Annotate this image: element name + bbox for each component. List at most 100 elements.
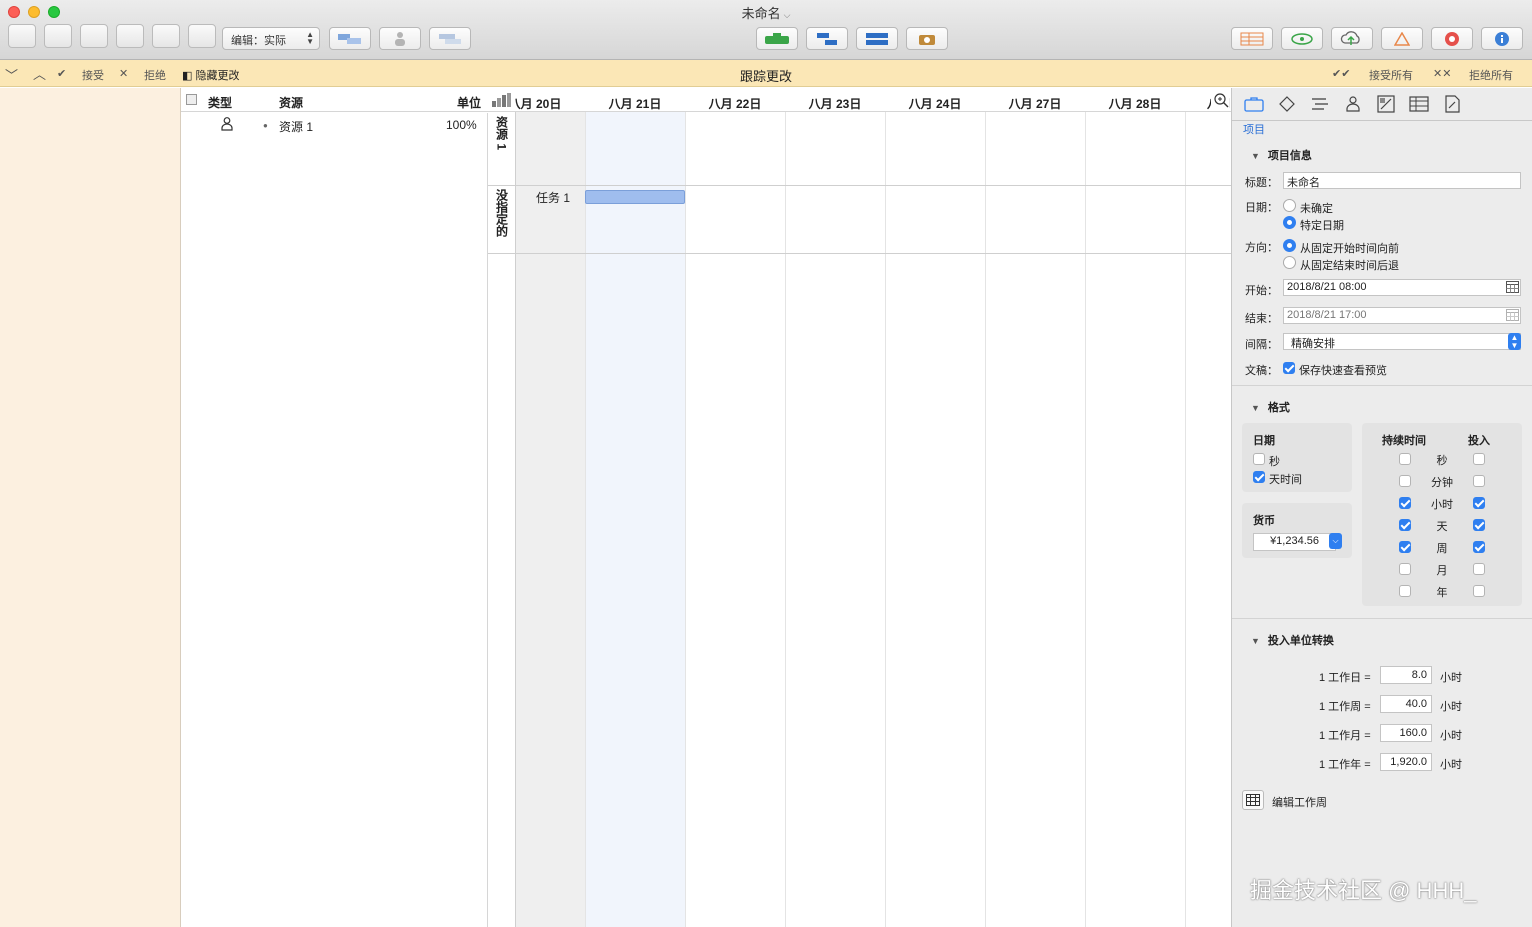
- effort-unit-checkbox[interactable]: [1473, 585, 1485, 597]
- date-format-title: 日期: [1253, 435, 1275, 447]
- format-section[interactable]: ▼ 格式: [1251, 399, 1290, 415]
- quicklook-checkbox[interactable]: [1283, 362, 1295, 374]
- edit-work-week-label[interactable]: 编辑工作周: [1272, 794, 1327, 810]
- resource-tab-icon[interactable]: [1342, 94, 1364, 114]
- date-time-of-day-checkbox[interactable]: [1253, 471, 1265, 483]
- lane-label-resource: 资源 1: [491, 116, 513, 182]
- column-header-resource[interactable]: 资源: [279, 94, 303, 111]
- duration-unit-checkbox[interactable]: [1399, 541, 1411, 553]
- resource-unit-cell[interactable]: 100%: [446, 118, 477, 132]
- stop-button[interactable]: [1431, 27, 1473, 50]
- conversion-unit: 小时: [1440, 672, 1462, 684]
- report-view-button[interactable]: [188, 24, 216, 48]
- add-task-button[interactable]: [329, 27, 371, 50]
- column-header-type[interactable]: 类型: [208, 94, 232, 111]
- title-field[interactable]: 未命名: [1283, 172, 1521, 189]
- duration-unit-checkbox[interactable]: [1399, 497, 1411, 509]
- add-milestone-button[interactable]: [429, 27, 471, 50]
- duration-unit-checkbox[interactable]: [1399, 563, 1411, 575]
- styles-view-button[interactable]: [152, 24, 180, 48]
- day-label: 八月 27日: [1008, 97, 1062, 111]
- direction-forward-radio[interactable]: [1283, 239, 1296, 252]
- workyear-hours-field[interactable]: 1,920.0: [1380, 753, 1432, 771]
- snapshot-button[interactable]: [906, 27, 948, 50]
- network-view-button[interactable]: [80, 24, 108, 48]
- start-date-field[interactable]: 2018/8/21 08:00: [1283, 279, 1521, 296]
- document-tab-icon[interactable]: [1441, 94, 1463, 114]
- quicklook-label: 保存快速查看预览: [1299, 365, 1387, 377]
- currency-select[interactable]: ¥1,234.56: [1253, 533, 1336, 551]
- effort-unit-checkbox[interactable]: [1473, 475, 1485, 487]
- eye-icon: [1291, 32, 1313, 45]
- lane-divider: [488, 253, 1231, 254]
- add-resource-button[interactable]: [379, 27, 421, 50]
- project-tab-icon[interactable]: [1243, 94, 1265, 114]
- accept-all-button[interactable]: 接受所有: [1369, 67, 1413, 83]
- conversion-unit: 小时: [1440, 701, 1462, 713]
- chevron-down-icon: ⌵: [783, 10, 791, 20]
- chevron-down-icon[interactable]: ⌵: [1329, 533, 1342, 549]
- day-gridline: [1185, 112, 1186, 927]
- workweek-hours-field[interactable]: 40.0: [1380, 695, 1432, 713]
- publish-button[interactable]: [1331, 27, 1373, 50]
- date-seconds-checkbox[interactable]: [1253, 453, 1265, 465]
- day-label: 八月 21日: [608, 97, 662, 111]
- outline-view-button[interactable]: [8, 24, 36, 48]
- disclosure-triangle-icon: ▼: [1251, 403, 1260, 413]
- updown-arrows-icon[interactable]: ▲ ▼: [1508, 333, 1521, 350]
- calendar-view-button[interactable]: [44, 24, 72, 48]
- date-undetermined-radio[interactable]: [1283, 199, 1296, 212]
- violations-button[interactable]: [1381, 27, 1423, 50]
- zoom-icon[interactable]: [1211, 92, 1229, 111]
- reject-all-button[interactable]: 拒绝所有: [1469, 67, 1513, 83]
- highlight-column: [585, 112, 685, 927]
- direction-option-label: 从固定结束时间后退: [1300, 260, 1399, 272]
- date-specific-radio[interactable]: [1283, 216, 1296, 229]
- workmonth-hours-field[interactable]: 160.0: [1380, 724, 1432, 742]
- title-label: 标题：: [1245, 177, 1278, 189]
- duration-unit-checkbox[interactable]: [1399, 585, 1411, 597]
- workday-hours-field[interactable]: 8.0: [1380, 666, 1432, 684]
- critical-path-button[interactable]: [1281, 27, 1323, 50]
- style-tab-icon[interactable]: [1375, 94, 1397, 114]
- baseline-button[interactable]: [856, 27, 898, 50]
- effort-unit-checkbox[interactable]: [1473, 453, 1485, 465]
- day-label: 八月 23日: [808, 97, 862, 111]
- window-title[interactable]: 未命名 ⌵: [0, 3, 1532, 22]
- duration-unit-checkbox[interactable]: [1399, 519, 1411, 531]
- level-resources-button[interactable]: [756, 27, 798, 50]
- calendar-icon[interactable]: [1506, 281, 1519, 296]
- date-seconds-label: 秒: [1269, 456, 1280, 468]
- direction-backward-radio[interactable]: [1283, 256, 1296, 269]
- effort-unit-checkbox[interactable]: [1473, 541, 1485, 553]
- group-bars-icon: [439, 33, 461, 44]
- table-tab-icon[interactable]: [1408, 94, 1430, 114]
- inspector-button[interactable]: [1481, 27, 1523, 50]
- project-info-section[interactable]: ▼ 项目信息: [1251, 147, 1312, 163]
- direction-label: 方向：: [1245, 242, 1278, 254]
- task-bar[interactable]: [585, 190, 685, 204]
- interval-select[interactable]: 精确安排: [1283, 333, 1521, 350]
- milestone-tab-icon[interactable]: [1276, 94, 1298, 114]
- task-tab-icon[interactable]: [1309, 94, 1331, 114]
- effort-unit-checkbox[interactable]: [1473, 497, 1485, 509]
- resource-table-button[interactable]: [1231, 27, 1273, 50]
- bullet-icon: ●: [263, 121, 268, 130]
- edit-work-week-button[interactable]: [1242, 790, 1264, 810]
- resource-view-button[interactable]: [116, 24, 144, 48]
- effort-unit-checkbox[interactable]: [1473, 519, 1485, 531]
- currency-value: ¥1,234.56: [1270, 535, 1319, 547]
- edit-mode-select[interactable]: 编辑：实际 ▲ ▼: [222, 27, 320, 50]
- conversion-unit: 小时: [1440, 730, 1462, 742]
- select-all-icon[interactable]: [186, 94, 197, 105]
- duration-unit-checkbox[interactable]: [1399, 475, 1411, 487]
- connect-tasks-button[interactable]: [806, 27, 848, 50]
- column-header-unit[interactable]: 单位: [457, 94, 481, 111]
- resource-name-cell[interactable]: 资源 1: [279, 118, 313, 135]
- table-row[interactable]: ● 资源 1 100%: [181, 113, 487, 137]
- effort-conversion-section[interactable]: ▼ 投入单位转换: [1251, 632, 1334, 648]
- duration-unit-checkbox[interactable]: [1399, 453, 1411, 465]
- bar-chart-icon[interactable]: [492, 93, 512, 110]
- effort-unit-checkbox[interactable]: [1473, 563, 1485, 575]
- section-divider: [1232, 618, 1532, 619]
